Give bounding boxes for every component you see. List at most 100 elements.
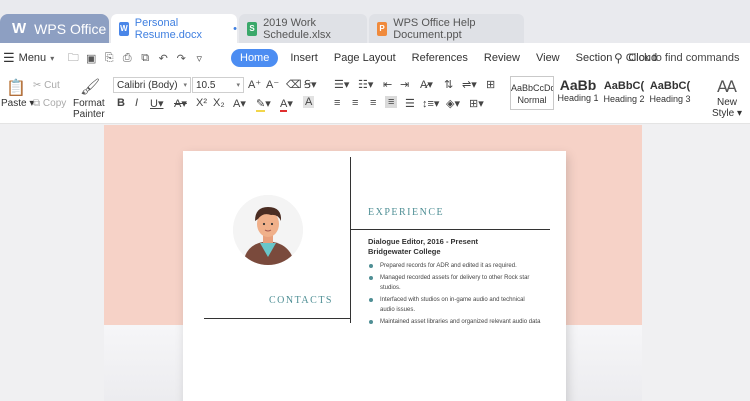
text-effect-icon[interactable]: A▾ bbox=[233, 97, 246, 110]
tab-home[interactable]: Home bbox=[231, 49, 279, 67]
quick-access-toolbar: 🗀 ▣ ⎘ ⎙ ⧉ ↶ ↷ ▿ bbox=[64, 49, 208, 68]
company-name: Bridgewater College bbox=[368, 247, 441, 256]
decrease-indent-icon[interactable]: ⇤ bbox=[383, 78, 392, 91]
chevron-down-icon: ▾ bbox=[183, 82, 187, 89]
search-icon: ⚲ bbox=[614, 51, 623, 65]
customize-chevron-icon[interactable]: ▿ bbox=[190, 52, 208, 65]
tab-references[interactable]: References bbox=[404, 49, 476, 67]
strikethrough-icon[interactable]: A▾ bbox=[174, 97, 187, 110]
list-item-continuation: audio issues. bbox=[380, 307, 416, 313]
change-case-icon[interactable]: Ꞩ▾ bbox=[304, 78, 317, 91]
justify-icon[interactable]: ≡ bbox=[385, 96, 398, 108]
clear-format-icon[interactable]: ⌫ bbox=[286, 78, 302, 91]
menu-bar: ☰ Menu ▾ 🗀 ▣ ⎘ ⎙ ⧉ ↶ ↷ ▿ Home Insert Pag… bbox=[0, 43, 750, 73]
undo-icon[interactable]: ↶ bbox=[154, 52, 172, 65]
font-family-select[interactable]: Calibri (Body) ▾ bbox=[113, 77, 191, 93]
bold-icon[interactable]: B bbox=[117, 97, 125, 109]
style-label: Heading 3 bbox=[649, 94, 691, 104]
style-preview: AaBbC( bbox=[603, 80, 645, 92]
writer-doc-icon: W bbox=[119, 21, 129, 36]
increase-font-icon[interactable]: A⁺ bbox=[248, 78, 261, 91]
list-item-continuation: studios. bbox=[380, 285, 401, 291]
paste-icon[interactable]: 📋 bbox=[6, 78, 26, 98]
copy-label: Copy bbox=[42, 98, 67, 109]
subscript-icon[interactable]: X₂ bbox=[213, 97, 225, 109]
align-right-icon[interactable]: ≡ bbox=[370, 97, 376, 109]
distributed-icon[interactable]: ☰ bbox=[405, 97, 415, 110]
bullets-icon[interactable]: ☰▾ bbox=[334, 78, 349, 91]
menu-label: Menu bbox=[18, 52, 47, 64]
font-size-select[interactable]: 10.5 ▾ bbox=[192, 77, 244, 93]
new-style-button[interactable]: Ꜳ New Style ▾ bbox=[705, 77, 749, 119]
format-painter-icon[interactable]: 🖌 bbox=[80, 77, 100, 97]
redo-icon[interactable]: ↷ bbox=[172, 52, 190, 65]
style-label: Heading 2 bbox=[603, 94, 645, 104]
find-commands-search[interactable]: ⚲ Click to find commands bbox=[614, 43, 740, 73]
experience-heading: EXPERIENCE bbox=[368, 207, 445, 218]
underline-icon[interactable]: U▾ bbox=[150, 97, 163, 110]
style-preview: AaBb bbox=[559, 77, 597, 93]
style-heading-1[interactable]: AaBb Heading 1 bbox=[556, 76, 600, 110]
resume-page[interactable]: CONTACTS EXPERIENCE Dialogue Editor, 201… bbox=[183, 151, 566, 401]
tab-review[interactable]: Review bbox=[476, 49, 528, 67]
font-size-value: 10.5 bbox=[196, 79, 216, 91]
new-style-label: New Style ▾ bbox=[711, 97, 743, 119]
character-shading-icon[interactable]: A bbox=[303, 96, 315, 108]
divider-experience bbox=[350, 229, 550, 230]
tab-label: WPS Office Help Document.ppt bbox=[393, 16, 476, 41]
superscript-icon[interactable]: X² bbox=[196, 97, 207, 109]
table-icon[interactable]: ⊞ bbox=[486, 78, 495, 91]
tab-section[interactable]: Section bbox=[568, 49, 621, 67]
copy-button[interactable]: ⧉ Copy bbox=[33, 98, 66, 109]
tab-label: Personal Resume.docx bbox=[134, 16, 203, 41]
modified-marker: • bbox=[233, 22, 237, 35]
line-spacing-icon[interactable]: ↕≡▾ bbox=[422, 97, 439, 110]
tab-insert[interactable]: Insert bbox=[282, 49, 326, 67]
chevron-down-icon: ▾ bbox=[236, 82, 240, 89]
list-item: Managed recorded assets for delivery to … bbox=[368, 273, 558, 284]
open-folder-icon[interactable]: 🗀 bbox=[64, 49, 82, 68]
menu-button[interactable]: ☰ Menu ▾ bbox=[0, 50, 54, 66]
format-painter-label-1[interactable]: Format bbox=[73, 98, 105, 109]
increase-indent-icon[interactable]: ⇥ bbox=[400, 78, 409, 91]
cut-button[interactable]: ✂ Cut bbox=[33, 80, 60, 91]
tab-help-document[interactable]: P WPS Office Help Document.ppt bbox=[369, 14, 524, 43]
tab-personal-resume[interactable]: W Personal Resume.docx • bbox=[111, 14, 237, 43]
cut-label: Cut bbox=[44, 80, 60, 91]
align-center-icon[interactable]: ≡ bbox=[352, 97, 358, 109]
ribbon-tabs: Home Insert Page Layout References Revie… bbox=[231, 43, 665, 73]
style-heading-3[interactable]: AaBbC( Heading 3 bbox=[648, 76, 692, 110]
align-left-icon[interactable]: ≡ bbox=[334, 97, 340, 109]
app-name: WPS Office bbox=[34, 20, 107, 37]
print-icon[interactable]: ⎙ bbox=[118, 52, 136, 65]
job-title: Dialogue Editor, 2016 - Present bbox=[368, 237, 479, 246]
tab-work-schedule[interactable]: S 2019 Work Schedule.xlsx bbox=[239, 14, 367, 43]
numbering-icon[interactable]: ☷▾ bbox=[358, 78, 373, 91]
borders-icon[interactable]: ⊞▾ bbox=[469, 97, 484, 110]
decrease-font-icon[interactable]: A⁻ bbox=[266, 78, 279, 91]
avatar-illustration-icon bbox=[233, 195, 303, 265]
font-color-icon[interactable]: A▾ bbox=[280, 97, 293, 112]
style-normal[interactable]: AaBbCcDd Normal bbox=[510, 76, 554, 110]
style-preview: AaBbCcDd bbox=[511, 83, 553, 93]
chevron-down-icon: ▾ bbox=[50, 53, 55, 63]
highlight-icon[interactable]: ✎▾ bbox=[256, 97, 271, 112]
show-marks-icon[interactable]: ⇌▾ bbox=[462, 78, 477, 91]
format-painter-label-2[interactable]: Painter bbox=[73, 109, 105, 120]
print-preview-icon[interactable]: ⧉ bbox=[136, 52, 154, 65]
tab-page-layout[interactable]: Page Layout bbox=[326, 49, 404, 67]
list-item: Maintained asset libraries and organized… bbox=[368, 317, 558, 328]
tab-view[interactable]: View bbox=[528, 49, 568, 67]
wps-home-tab[interactable]: W WPS Office bbox=[0, 14, 109, 43]
hamburger-icon: ☰ bbox=[3, 50, 15, 65]
asian-layout-icon[interactable]: A̷▾ bbox=[420, 78, 433, 91]
italic-icon[interactable]: I bbox=[135, 97, 138, 109]
shading-icon[interactable]: ◈▾ bbox=[446, 97, 460, 110]
paste-button[interactable]: Paste ▾ bbox=[1, 98, 34, 109]
style-label: Normal bbox=[517, 95, 547, 105]
style-heading-2[interactable]: AaBbC( Heading 2 bbox=[602, 76, 646, 110]
style-preview: AaBbC( bbox=[649, 80, 691, 92]
sort-icon[interactable]: ⇅ bbox=[444, 78, 453, 91]
export-pdf-icon[interactable]: ⎘ bbox=[100, 52, 118, 65]
save-icon[interactable]: ▣ bbox=[82, 52, 100, 65]
